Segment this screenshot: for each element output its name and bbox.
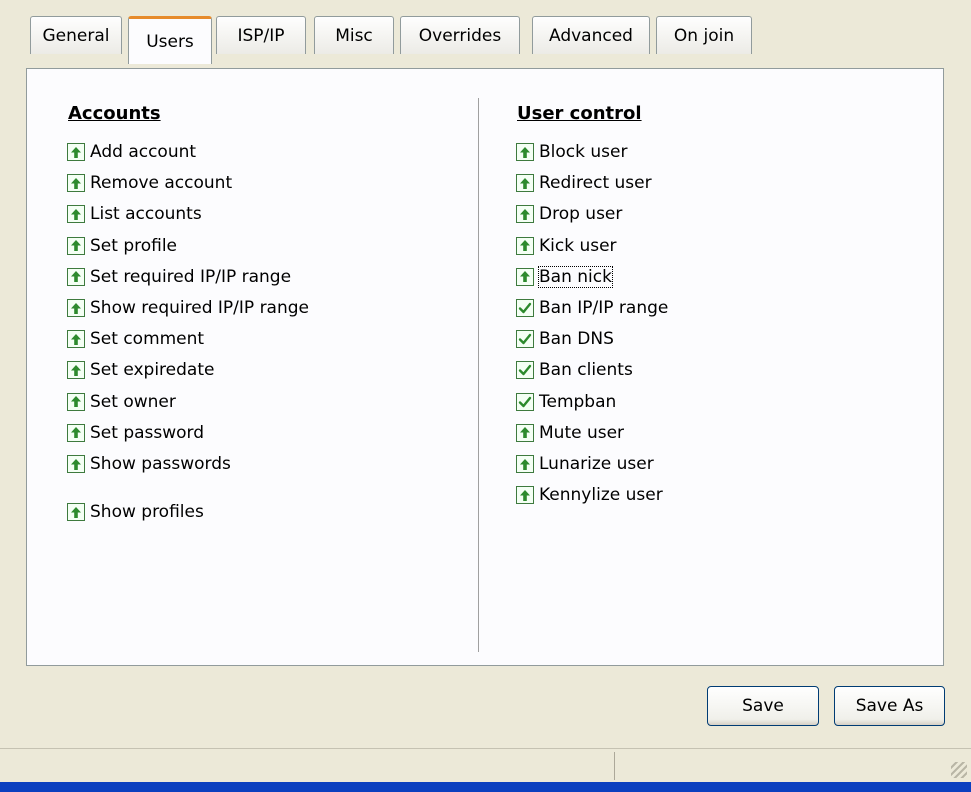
permission-label: Show passwords — [90, 454, 231, 474]
green-up-arrow-icon[interactable] — [516, 455, 534, 473]
permission-label: Drop user — [539, 204, 623, 225]
tab-misc[interactable]: Misc — [314, 16, 394, 54]
permission-ban-dns[interactable]: Ban DNS — [516, 326, 614, 352]
permission-label: Set password — [90, 422, 205, 443]
permission-set-profile[interactable]: Set profile — [67, 233, 177, 259]
permission-label: Set required IP/IP range — [90, 266, 292, 287]
permission-show-profiles[interactable]: Show profiles — [67, 499, 204, 525]
resize-grip-icon[interactable] — [951, 762, 967, 778]
green-up-arrow-icon[interactable] — [67, 205, 85, 224]
permission-set-required-ip-ip-range[interactable]: Set required IP/IP range — [67, 264, 291, 290]
green-up-arrow-icon[interactable] — [67, 299, 85, 317]
status-bar-separator — [614, 752, 615, 780]
permission-label: Kennylize user — [539, 485, 663, 506]
green-up-arrow-icon[interactable] — [67, 236, 85, 255]
permission-kick-user[interactable]: Kick user — [516, 233, 617, 259]
permission-label: Block user — [539, 142, 628, 162]
permission-label: Ban nick — [538, 265, 613, 288]
permission-label: Ban IP/IP range — [539, 298, 669, 318]
permission-label: Lunarize user — [539, 454, 654, 474]
permission-tempban[interactable]: Tempban — [516, 389, 616, 415]
permission-label: Remove account — [90, 173, 233, 194]
green-up-arrow-icon[interactable] — [67, 330, 85, 349]
permission-add-account[interactable]: Add account — [67, 139, 196, 165]
permission-block-user[interactable]: Block user — [516, 139, 627, 165]
green-up-arrow-icon[interactable] — [516, 143, 534, 161]
green-up-arrow-icon[interactable] — [67, 455, 85, 473]
tab-advanced[interactable]: Advanced — [532, 16, 650, 54]
permission-set-expiredate[interactable]: Set expiredate — [67, 357, 214, 383]
save-button[interactable]: Save — [707, 686, 819, 726]
permission-lunarize-user[interactable]: Lunarize user — [516, 451, 654, 477]
tab-general[interactable]: General — [30, 16, 122, 54]
tab-overrides[interactable]: Overrides — [400, 16, 520, 54]
permission-list-accounts[interactable]: List accounts — [67, 201, 202, 227]
status-bar — [0, 748, 971, 783]
green-up-arrow-icon[interactable] — [67, 392, 85, 411]
green-up-arrow-icon[interactable] — [67, 361, 85, 380]
check-icon[interactable] — [516, 392, 534, 411]
green-up-arrow-icon[interactable] — [67, 423, 85, 442]
permission-show-required-ip-ip-range[interactable]: Show required IP/IP range — [67, 295, 309, 321]
permission-label: Show required IP/IP range — [90, 298, 309, 318]
permission-label: Show profiles — [90, 502, 204, 523]
green-up-arrow-icon[interactable] — [67, 503, 85, 522]
check-icon[interactable] — [516, 299, 534, 317]
permission-label: Set expiredate — [90, 360, 215, 381]
permission-ban-clients[interactable]: Ban clients — [516, 357, 633, 383]
permission-remove-account[interactable]: Remove account — [67, 170, 232, 196]
tab-on-join[interactable]: On join — [656, 16, 752, 54]
permission-label: Ban clients — [539, 360, 633, 381]
permission-kennylize-user[interactable]: Kennylize user — [516, 482, 663, 508]
green-up-arrow-icon[interactable] — [516, 423, 534, 442]
column-divider — [478, 98, 479, 652]
permission-set-owner[interactable]: Set owner — [67, 389, 176, 415]
green-up-arrow-icon[interactable] — [516, 236, 534, 255]
green-up-arrow-icon[interactable] — [516, 174, 534, 193]
permission-ban-nick[interactable]: Ban nick — [516, 264, 613, 290]
green-up-arrow-icon[interactable] — [516, 205, 534, 224]
check-icon[interactable] — [516, 361, 534, 380]
permission-label: Set comment — [90, 329, 205, 350]
permission-label: List accounts — [90, 204, 202, 225]
taskbar-strip — [0, 782, 971, 792]
permission-label: Set owner — [90, 391, 176, 412]
green-up-arrow-icon[interactable] — [67, 174, 85, 193]
green-up-arrow-icon[interactable] — [67, 143, 85, 161]
permission-label: Redirect user — [539, 173, 652, 194]
permission-mute-user[interactable]: Mute user — [516, 420, 624, 446]
permission-label: Ban DNS — [539, 329, 614, 350]
user-control-heading: User control — [517, 103, 642, 124]
accounts-heading: Accounts — [68, 103, 161, 124]
save-as-button[interactable]: Save As — [834, 686, 945, 726]
permission-redirect-user[interactable]: Redirect user — [516, 170, 652, 196]
permission-drop-user[interactable]: Drop user — [516, 201, 622, 227]
permission-label: Kick user — [539, 235, 617, 256]
green-up-arrow-icon[interactable] — [516, 486, 534, 505]
permission-label: Tempban — [539, 391, 617, 412]
green-up-arrow-icon[interactable] — [67, 267, 85, 286]
green-up-arrow-icon[interactable] — [516, 267, 534, 286]
permission-ban-ip-ip-range[interactable]: Ban IP/IP range — [516, 295, 668, 321]
permission-set-comment[interactable]: Set comment — [67, 326, 204, 352]
permission-label: Mute user — [539, 422, 625, 443]
tab-isp-ip[interactable]: ISP/IP — [216, 16, 306, 54]
check-icon[interactable] — [516, 330, 534, 349]
permission-set-password[interactable]: Set password — [67, 420, 204, 446]
permission-label: Set profile — [90, 235, 178, 256]
permission-label: Add account — [90, 142, 197, 162]
tab-users[interactable]: Users — [128, 16, 212, 64]
permission-show-passwords[interactable]: Show passwords — [67, 451, 231, 477]
